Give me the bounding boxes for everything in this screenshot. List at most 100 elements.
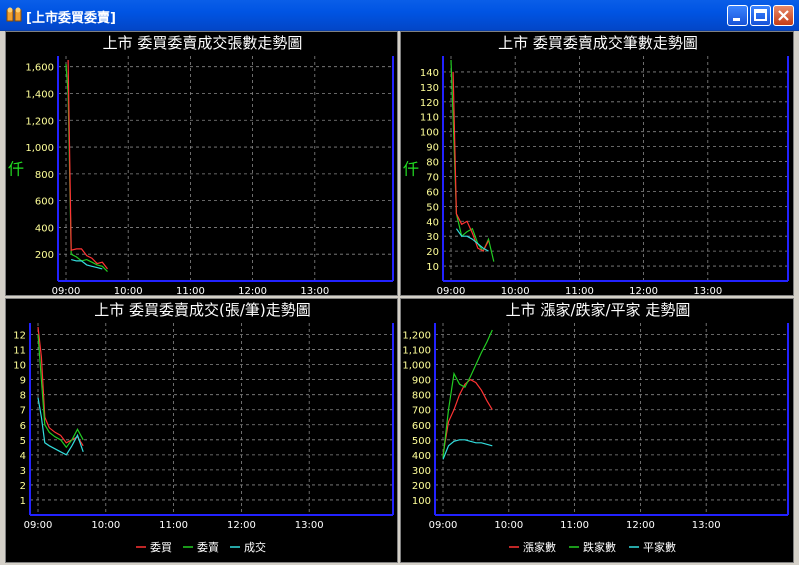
x-tick-label: 09:00	[52, 286, 81, 297]
breadth-chart: 上市 漲家/跌家/平家 走勢圖 100 200 300 400 500 600 700 800 9…	[402, 301, 789, 554]
x-tick-label: 10:00	[114, 286, 143, 297]
y-tick-label: 800	[35, 170, 54, 181]
y-tick-label: 1,000	[402, 361, 431, 372]
y-tick-label: 140	[420, 68, 439, 79]
x-tick-label: 13:00	[693, 286, 722, 297]
y-tick-label: 1,400	[25, 89, 54, 100]
x-tick-label: 10:00	[501, 286, 530, 297]
y-tick-label: 10	[426, 262, 439, 273]
y-tick-label: 7	[20, 406, 26, 417]
y-tick-label: 8	[20, 391, 26, 402]
series-line-ask	[65, 63, 108, 273]
minimize-icon	[733, 18, 740, 21]
series-line-委賣	[37, 334, 84, 449]
volume-chart: 上市 委買委賣成交張數走勢圖仟 200 400 600 800 1,000 1,200 1,4…	[8, 34, 394, 297]
y-unit-label: 仟	[8, 160, 24, 179]
y-tick-label: 100	[412, 496, 431, 507]
x-tick-label: 12:00	[227, 520, 256, 531]
maximize-icon	[754, 9, 767, 21]
chart-title: 上市 委買委賣成交筆數走勢圖	[498, 34, 698, 52]
chart-panel-ratio: 上市 委買委賣成交(張/筆)走勢圖 1 2 3 4 5 6 7 8 9 10 11 12 09:00 10:…	[5, 298, 398, 563]
y-tick-label: 1,600	[25, 63, 54, 74]
close-icon	[778, 10, 789, 21]
x-tick-label: 12:00	[238, 286, 267, 297]
y-tick-label: 1,200	[25, 116, 54, 127]
legend-label: 跌家數	[583, 540, 616, 554]
y-tick-label: 900	[412, 376, 431, 387]
y-tick-label: 70	[426, 172, 439, 183]
series-line-ask	[450, 59, 495, 262]
y-tick-label: 3	[20, 466, 26, 477]
legend-label: 成交	[244, 540, 266, 554]
x-tick-label: 09:00	[24, 520, 53, 531]
minimize-button[interactable]	[727, 5, 748, 26]
y-tick-label: 4	[20, 451, 26, 462]
chart-title: 上市 委買委賣成交(張/筆)走勢圖	[94, 301, 311, 319]
chart-title: 上市 委買委賣成交張數走勢圖	[103, 34, 303, 52]
y-tick-label: 400	[412, 451, 431, 462]
x-tick-label: 11:00	[565, 286, 594, 297]
y-tick-label: 30	[426, 232, 439, 243]
y-tick-label: 700	[412, 406, 431, 417]
chart-title: 上市 漲家/跌家/平家 走勢圖	[506, 301, 691, 319]
legend-label: 委買	[150, 541, 172, 554]
chart-panel-volume: 上市 委買委賣成交張數走勢圖仟 200 400 600 800 1,000 1,200 1,4…	[5, 31, 398, 297]
y-tick-label: 800	[412, 391, 431, 402]
app-chart-icon	[6, 7, 22, 22]
y-tick-label: 20	[426, 247, 439, 258]
series-line-bid	[67, 59, 108, 270]
x-tick-label: 09:00	[437, 286, 466, 297]
y-tick-label: 40	[426, 217, 439, 228]
x-tick-label: 13:00	[692, 520, 721, 531]
y-tick-label: 500	[412, 436, 431, 447]
y-tick-label: 600	[35, 197, 54, 208]
legend-label: 漲家數	[523, 540, 556, 554]
title-bar[interactable]: [上市委買委賣]	[0, 0, 799, 31]
y-tick-label: 130	[420, 83, 439, 94]
window-title: [上市委買委賣]	[26, 11, 116, 26]
y-tick-label: 600	[412, 421, 431, 432]
y-tick-label: 1,200	[402, 331, 431, 342]
close-button[interactable]	[773, 5, 794, 26]
x-tick-label: 13:00	[295, 520, 324, 531]
y-tick-label: 12	[13, 331, 26, 342]
series-line-deal	[71, 259, 103, 270]
app-window: [上市委買委賣] 上市 委買委賣成交張數走勢圖仟 200 400 600 800 1,00…	[0, 0, 799, 565]
y-tick-label: 80	[426, 158, 439, 169]
chart-panel-breadth: 上市 漲家/跌家/平家 走勢圖 100 200 300 400 500 600 700 800 9…	[400, 298, 794, 563]
y-tick-label: 10	[13, 361, 26, 372]
y-tick-label: 1,100	[402, 346, 431, 357]
y-tick-label: 110	[420, 113, 439, 124]
y-tick-label: 5	[20, 436, 26, 447]
y-tick-label: 200	[412, 481, 431, 492]
series-line-委買	[37, 326, 84, 447]
chart-panel-count: 上市 委買委賣成交筆數走勢圖仟 10 20 30 40 50 60 70 80 90 100 110 1…	[400, 31, 794, 297]
y-tick-label: 400	[35, 223, 54, 234]
y-tick-label: 9	[20, 376, 26, 387]
count-chart: 上市 委買委賣成交筆數走勢圖仟 10 20 30 40 50 60 70 80 90 100 110 1…	[403, 34, 789, 297]
y-tick-label: 1	[20, 496, 26, 507]
x-tick-label: 10:00	[91, 520, 120, 531]
legend-label: 委賣	[197, 540, 219, 554]
legend-label: 平家數	[643, 540, 676, 554]
y-tick-label: 60	[426, 187, 439, 198]
y-tick-label: 2	[20, 481, 26, 492]
y-tick-label: 50	[426, 202, 439, 213]
y-unit-label: 仟	[403, 160, 419, 179]
y-tick-label: 300	[412, 466, 431, 477]
series-line-平家數	[442, 439, 493, 460]
y-tick-label: 120	[420, 98, 439, 109]
y-tick-label: 200	[35, 250, 54, 261]
y-tick-label: 1,000	[25, 143, 54, 154]
x-tick-label: 11:00	[176, 286, 205, 297]
y-tick-label: 100	[420, 128, 439, 139]
y-tick-label: 90	[426, 143, 439, 154]
x-tick-label: 11:00	[159, 520, 188, 531]
maximize-button[interactable]	[750, 5, 771, 26]
y-tick-label: 6	[20, 421, 26, 432]
x-tick-label: 09:00	[429, 520, 458, 531]
x-tick-label: 11:00	[560, 520, 589, 531]
x-tick-label: 12:00	[629, 286, 658, 297]
x-tick-label: 10:00	[494, 520, 523, 531]
x-tick-label: 13:00	[300, 286, 329, 297]
